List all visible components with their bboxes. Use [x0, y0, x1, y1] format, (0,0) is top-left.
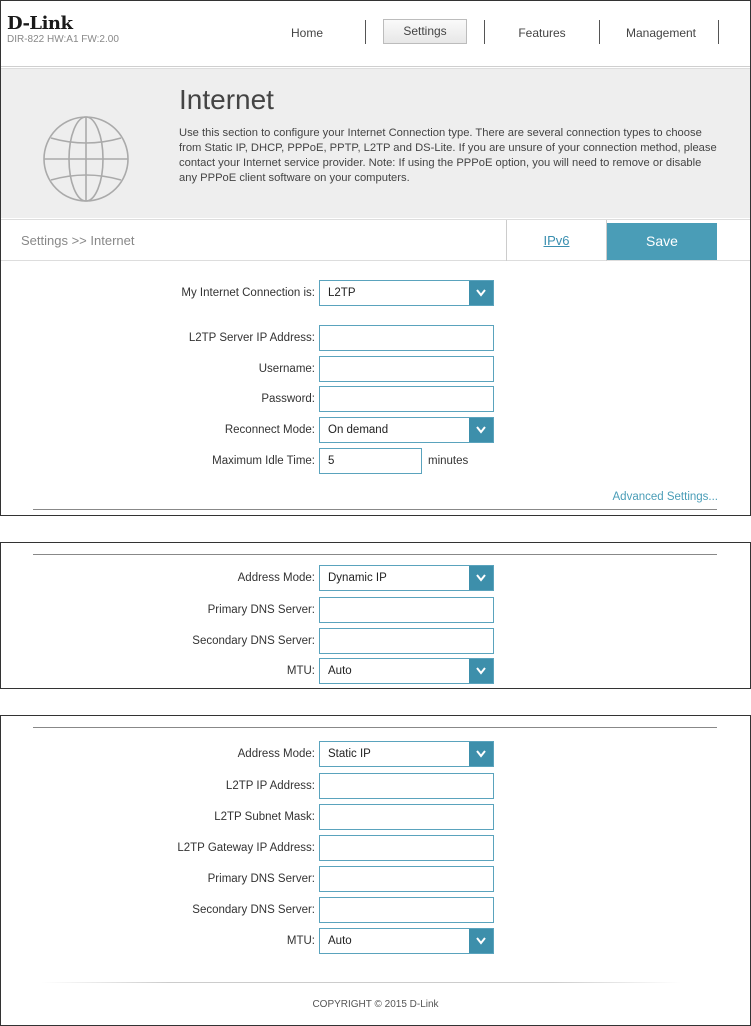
idle-time-unit: minutes: [428, 455, 469, 467]
mtu-label: MTU:: [286, 665, 315, 677]
nav-separator: [718, 20, 719, 44]
primary-dns-input[interactable]: [319, 866, 494, 892]
page-banner: Internet Use this section to configure y…: [1, 68, 750, 218]
l2tp-ip-input[interactable]: [319, 773, 494, 799]
address-mode-row: Address Mode: Dynamic IP: [1, 565, 750, 591]
password-label: Password:: [261, 393, 315, 405]
nav-home[interactable]: Home: [281, 25, 333, 41]
mtu-row: MTU: Auto: [1, 928, 750, 954]
secondary-dns-label: Secondary DNS Server:: [192, 635, 315, 647]
divider: [33, 727, 717, 728]
advanced-settings-link[interactable]: Advanced Settings...: [613, 491, 718, 503]
mtu-value: Auto: [328, 935, 352, 947]
address-mode-value: Dynamic IP: [328, 572, 387, 584]
reconnect-mode-label: Reconnect Mode:: [224, 424, 315, 436]
mtu-select[interactable]: Auto: [319, 928, 494, 954]
secondary-dns-row: Secondary DNS Server:: [1, 628, 750, 654]
mtu-label: MTU:: [286, 935, 315, 947]
connection-type-value: L2TP: [328, 287, 356, 299]
idle-time-label: Maximum Idle Time:: [212, 455, 315, 467]
reconnect-mode-row: Reconnect Mode: On demand: [1, 417, 750, 443]
primary-dns-label: Primary DNS Server:: [207, 873, 315, 885]
nav-settings[interactable]: Settings: [383, 19, 467, 44]
footer-divider: [41, 982, 681, 983]
primary-dns-row: Primary DNS Server:: [1, 866, 750, 892]
l2tp-gateway-row: L2TP Gateway IP Address:: [1, 835, 750, 861]
server-ip-input[interactable]: [319, 325, 494, 351]
reconnect-mode-select[interactable]: On demand: [319, 417, 494, 443]
secondary-dns-input[interactable]: [319, 628, 494, 654]
l2tp-subnet-label: L2TP Subnet Mask:: [214, 811, 315, 823]
primary-dns-label: Primary DNS Server:: [207, 604, 315, 616]
dlink-logo: D-Link: [7, 13, 73, 34]
idle-time-value: 5: [328, 455, 335, 467]
chevron-down-icon[interactable]: [469, 929, 493, 953]
mtu-row: MTU: Auto: [1, 658, 750, 684]
settings-internet-panel: D-Link DIR-822 HW:A1 FW:2.00 Home Settin…: [0, 0, 751, 516]
address-mode-select[interactable]: Dynamic IP: [319, 565, 494, 591]
password-row: Password:: [1, 386, 750, 412]
divider: [33, 509, 717, 510]
l2tp-subnet-input[interactable]: [319, 804, 494, 830]
reconnect-mode-value: On demand: [328, 424, 389, 436]
breadcrumb-bar: Settings >> Internet IPv6 Save: [1, 219, 750, 261]
address-mode-value: Static IP: [328, 748, 371, 760]
ipv6-tab[interactable]: IPv6: [506, 220, 607, 261]
username-label: Username:: [258, 363, 315, 375]
connection-type-row: My Internet Connection is: L2TP: [1, 280, 750, 306]
chevron-down-icon[interactable]: [469, 742, 493, 766]
idle-time-input[interactable]: 5: [319, 448, 422, 474]
chevron-down-icon[interactable]: [469, 659, 493, 683]
secondary-dns-row: Secondary DNS Server:: [1, 897, 750, 923]
chevron-down-icon[interactable]: [469, 418, 493, 442]
mtu-select[interactable]: Auto: [319, 658, 494, 684]
primary-dns-row: Primary DNS Server:: [1, 597, 750, 623]
page-title: Internet: [179, 84, 274, 115]
address-mode-label: Address Mode:: [237, 748, 315, 760]
l2tp-gateway-input[interactable]: [319, 835, 494, 861]
username-input[interactable]: [319, 356, 494, 382]
page-description: Use this section to configure your Inter…: [179, 127, 717, 184]
nav-management[interactable]: Management: [621, 25, 701, 41]
username-row: Username:: [1, 356, 750, 382]
password-input[interactable]: [319, 386, 494, 412]
breadcrumb: Settings >> Internet: [21, 233, 135, 248]
save-button[interactable]: Save: [607, 223, 717, 260]
secondary-dns-input[interactable]: [319, 897, 494, 923]
divider: [33, 554, 717, 555]
top-navigation-bar: D-Link DIR-822 HW:A1 FW:2.00 Home Settin…: [1, 1, 750, 67]
connection-type-label: My Internet Connection is:: [181, 287, 315, 299]
nav-features[interactable]: Features: [511, 25, 573, 41]
nav-separator: [484, 20, 485, 44]
ipv6-link[interactable]: IPv6: [543, 233, 569, 248]
chevron-down-icon[interactable]: [469, 281, 493, 305]
server-ip-row: L2TP Server IP Address:: [1, 325, 750, 351]
primary-dns-input[interactable]: [319, 597, 494, 623]
static-ip-advanced-panel: Address Mode: Static IP L2TP IP Address:…: [0, 715, 751, 1026]
l2tp-ip-row: L2TP IP Address:: [1, 773, 750, 799]
address-mode-label: Address Mode:: [237, 572, 315, 584]
l2tp-subnet-row: L2TP Subnet Mask:: [1, 804, 750, 830]
server-ip-label: L2TP Server IP Address:: [188, 332, 315, 344]
dynamic-ip-advanced-panel: Address Mode: Dynamic IP Primary DNS Ser…: [0, 542, 751, 689]
chevron-down-icon[interactable]: [469, 566, 493, 590]
idle-time-row: Maximum Idle Time: 5 minutes: [1, 448, 750, 474]
secondary-dns-label: Secondary DNS Server:: [192, 904, 315, 916]
mtu-value: Auto: [328, 665, 352, 677]
globe-icon: [43, 116, 129, 202]
nav-separator: [365, 20, 366, 44]
address-mode-row: Address Mode: Static IP: [1, 741, 750, 767]
connection-type-select[interactable]: L2TP: [319, 280, 494, 306]
model-info: DIR-822 HW:A1 FW:2.00: [7, 34, 119, 45]
l2tp-ip-label: L2TP IP Address:: [225, 780, 315, 792]
l2tp-gateway-label: L2TP Gateway IP Address:: [177, 842, 315, 854]
nav-separator: [599, 20, 600, 44]
address-mode-select[interactable]: Static IP: [319, 741, 494, 767]
copyright-text: COPYRIGHT © 2015 D-Link: [312, 999, 439, 1010]
